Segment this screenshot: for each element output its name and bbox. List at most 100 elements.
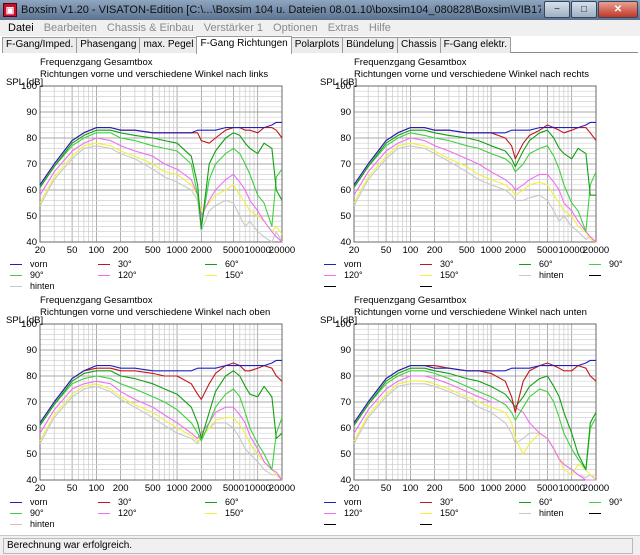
- x-tick-label: 200: [427, 483, 443, 494]
- x-tick-label: 1000: [166, 483, 187, 494]
- legend-item: hinten: [10, 282, 55, 291]
- legend-item: 60°: [519, 498, 553, 507]
- menu-datei[interactable]: Datei: [3, 22, 39, 34]
- legend-label: vorn: [30, 259, 48, 269]
- tab-chassis[interactable]: Chassis: [397, 37, 441, 53]
- tab-f-gang-imped[interactable]: F-Gang/Imped.: [2, 37, 78, 53]
- maximize-button[interactable]: □: [571, 1, 597, 18]
- legend-item: 30°: [420, 498, 454, 507]
- legend-swatch: [10, 286, 22, 287]
- legend-swatch: [420, 502, 432, 503]
- legend-item: [420, 282, 440, 291]
- y-tick-label: 80: [26, 371, 37, 382]
- legend-swatch: [205, 513, 217, 514]
- legend-item: hinten: [519, 271, 564, 280]
- legend-item: 90°: [589, 260, 623, 269]
- close-button[interactable]: ✕: [598, 1, 638, 18]
- legend-swatch: [324, 286, 336, 287]
- x-tick-label: 2000: [191, 483, 212, 494]
- legend-swatch: [205, 264, 217, 265]
- legend-swatch: [205, 275, 217, 276]
- legend-label: 90°: [30, 508, 44, 518]
- x-tick-label: 10000: [245, 483, 271, 494]
- x-tick-label: 50: [381, 245, 392, 256]
- legend-item: 150°: [205, 271, 244, 280]
- y-tick-label: 50: [26, 211, 37, 222]
- chart-subtitle: Richtungen vorne und verschiedene Winkel…: [354, 69, 589, 80]
- y-tick-label: 60: [340, 185, 351, 196]
- y-tick-label: 60: [340, 423, 351, 434]
- y-tick-label: 100: [335, 81, 351, 92]
- legend-item: 30°: [98, 498, 132, 507]
- minimize-button[interactable]: −: [544, 1, 570, 18]
- legend-item: hinten: [10, 520, 55, 529]
- legend-item: vorn: [324, 498, 362, 507]
- menu-extras[interactable]: Extras: [323, 22, 364, 34]
- tab-max-pegel[interactable]: max. Pegel: [139, 37, 198, 53]
- legend-label: 60°: [225, 497, 239, 507]
- x-tick-label: 1000: [480, 245, 501, 256]
- legend-item: 90°: [589, 498, 623, 507]
- legend-label: 120°: [118, 270, 137, 280]
- tab-phasengang[interactable]: Phasengang: [76, 37, 141, 53]
- tab-f-gang-richtungen[interactable]: F-Gang Richtungen: [196, 36, 292, 54]
- window-title: Boxsim V1.20 - VISATON-Edition [C:\...\B…: [21, 4, 541, 16]
- menu-bearbeiten[interactable]: Bearbeiten: [39, 22, 102, 34]
- chart-area: SPL [dB] 40 50 60 70 80 90 100 20 50 100 200 500 1000…: [0, 54, 640, 535]
- legend-item: 120°: [324, 271, 363, 280]
- legend-item: 90°: [10, 509, 44, 518]
- legend-swatch: [98, 513, 110, 514]
- legend-label: 90°: [609, 259, 623, 269]
- chart-subtitle: Richtungen vorne und verschiedene Winkel…: [354, 307, 587, 318]
- x-tick-label: 10000: [559, 483, 585, 494]
- legend-swatch: [324, 264, 336, 265]
- legend-label: 120°: [118, 508, 137, 518]
- chart-panel-oben: SPL [dB] 40 50 60 70 80 90 100 20 50 100 200 500 1000…: [0, 292, 300, 532]
- menu-verstaerker[interactable]: Verstärker 1: [199, 22, 268, 34]
- app-icon[interactable]: ▣: [3, 3, 17, 17]
- x-tick-label: 5000: [537, 245, 558, 256]
- legend-item: 150°: [420, 271, 459, 280]
- x-tick-label: 500: [459, 245, 475, 256]
- legend-label: 90°: [30, 270, 44, 280]
- x-tick-label: 2000: [191, 245, 212, 256]
- legend-swatch: [324, 502, 336, 503]
- tab-buendelung[interactable]: Bündelung: [342, 37, 399, 53]
- legend-item: 30°: [98, 260, 132, 269]
- y-tick-label: 100: [21, 319, 37, 330]
- chart-legend: vorn 30° 60° 90° 120° 150° hinten: [10, 260, 300, 294]
- chart-title: Frequenzgang Gesamtbox: [40, 295, 153, 306]
- legend-label: 150°: [225, 508, 244, 518]
- y-tick-label: 70: [340, 397, 351, 408]
- legend-swatch: [324, 524, 336, 525]
- x-tick-label: 100: [88, 245, 104, 256]
- legend-label: 30°: [440, 497, 454, 507]
- menu-optionen[interactable]: Optionen: [268, 22, 323, 34]
- legend-swatch: [589, 264, 601, 265]
- y-tick-label: 90: [26, 107, 37, 118]
- y-tick-label: 50: [340, 211, 351, 222]
- legend-item: vorn: [324, 260, 362, 269]
- legend-item: [420, 520, 440, 529]
- legend-swatch: [519, 513, 531, 514]
- tab-f-gang-elektr[interactable]: F-Gang elektr.: [439, 37, 511, 53]
- menu-chassis-einbau[interactable]: Chassis & Einbau: [102, 22, 199, 34]
- tab-polarplots[interactable]: Polarplots: [290, 37, 344, 53]
- y-tick-label: 80: [340, 133, 351, 144]
- x-tick-label: 20: [349, 245, 360, 256]
- x-tick-label: 20000: [269, 483, 295, 494]
- legend-label: 30°: [118, 497, 132, 507]
- chart-legend: vorn 30° 60° 90° 120° 150° hinten: [10, 498, 300, 532]
- legend-swatch: [519, 275, 531, 276]
- legend-label: 150°: [440, 270, 459, 280]
- frequency-response-chart: SPL [dB]40506070809010020 50 100 200 500 1000…: [320, 77, 609, 256]
- legend-item: 120°: [324, 509, 363, 518]
- status-text: Berechnung war erfolgreich.: [3, 537, 633, 554]
- x-tick-label: 2000: [505, 483, 526, 494]
- legend-item: 120°: [98, 509, 137, 518]
- menu-hilfe[interactable]: Hilfe: [364, 22, 396, 34]
- legend-label: 150°: [225, 270, 244, 280]
- legend-label: 120°: [344, 508, 363, 518]
- legend-swatch: [98, 502, 110, 503]
- legend-swatch: [205, 502, 217, 503]
